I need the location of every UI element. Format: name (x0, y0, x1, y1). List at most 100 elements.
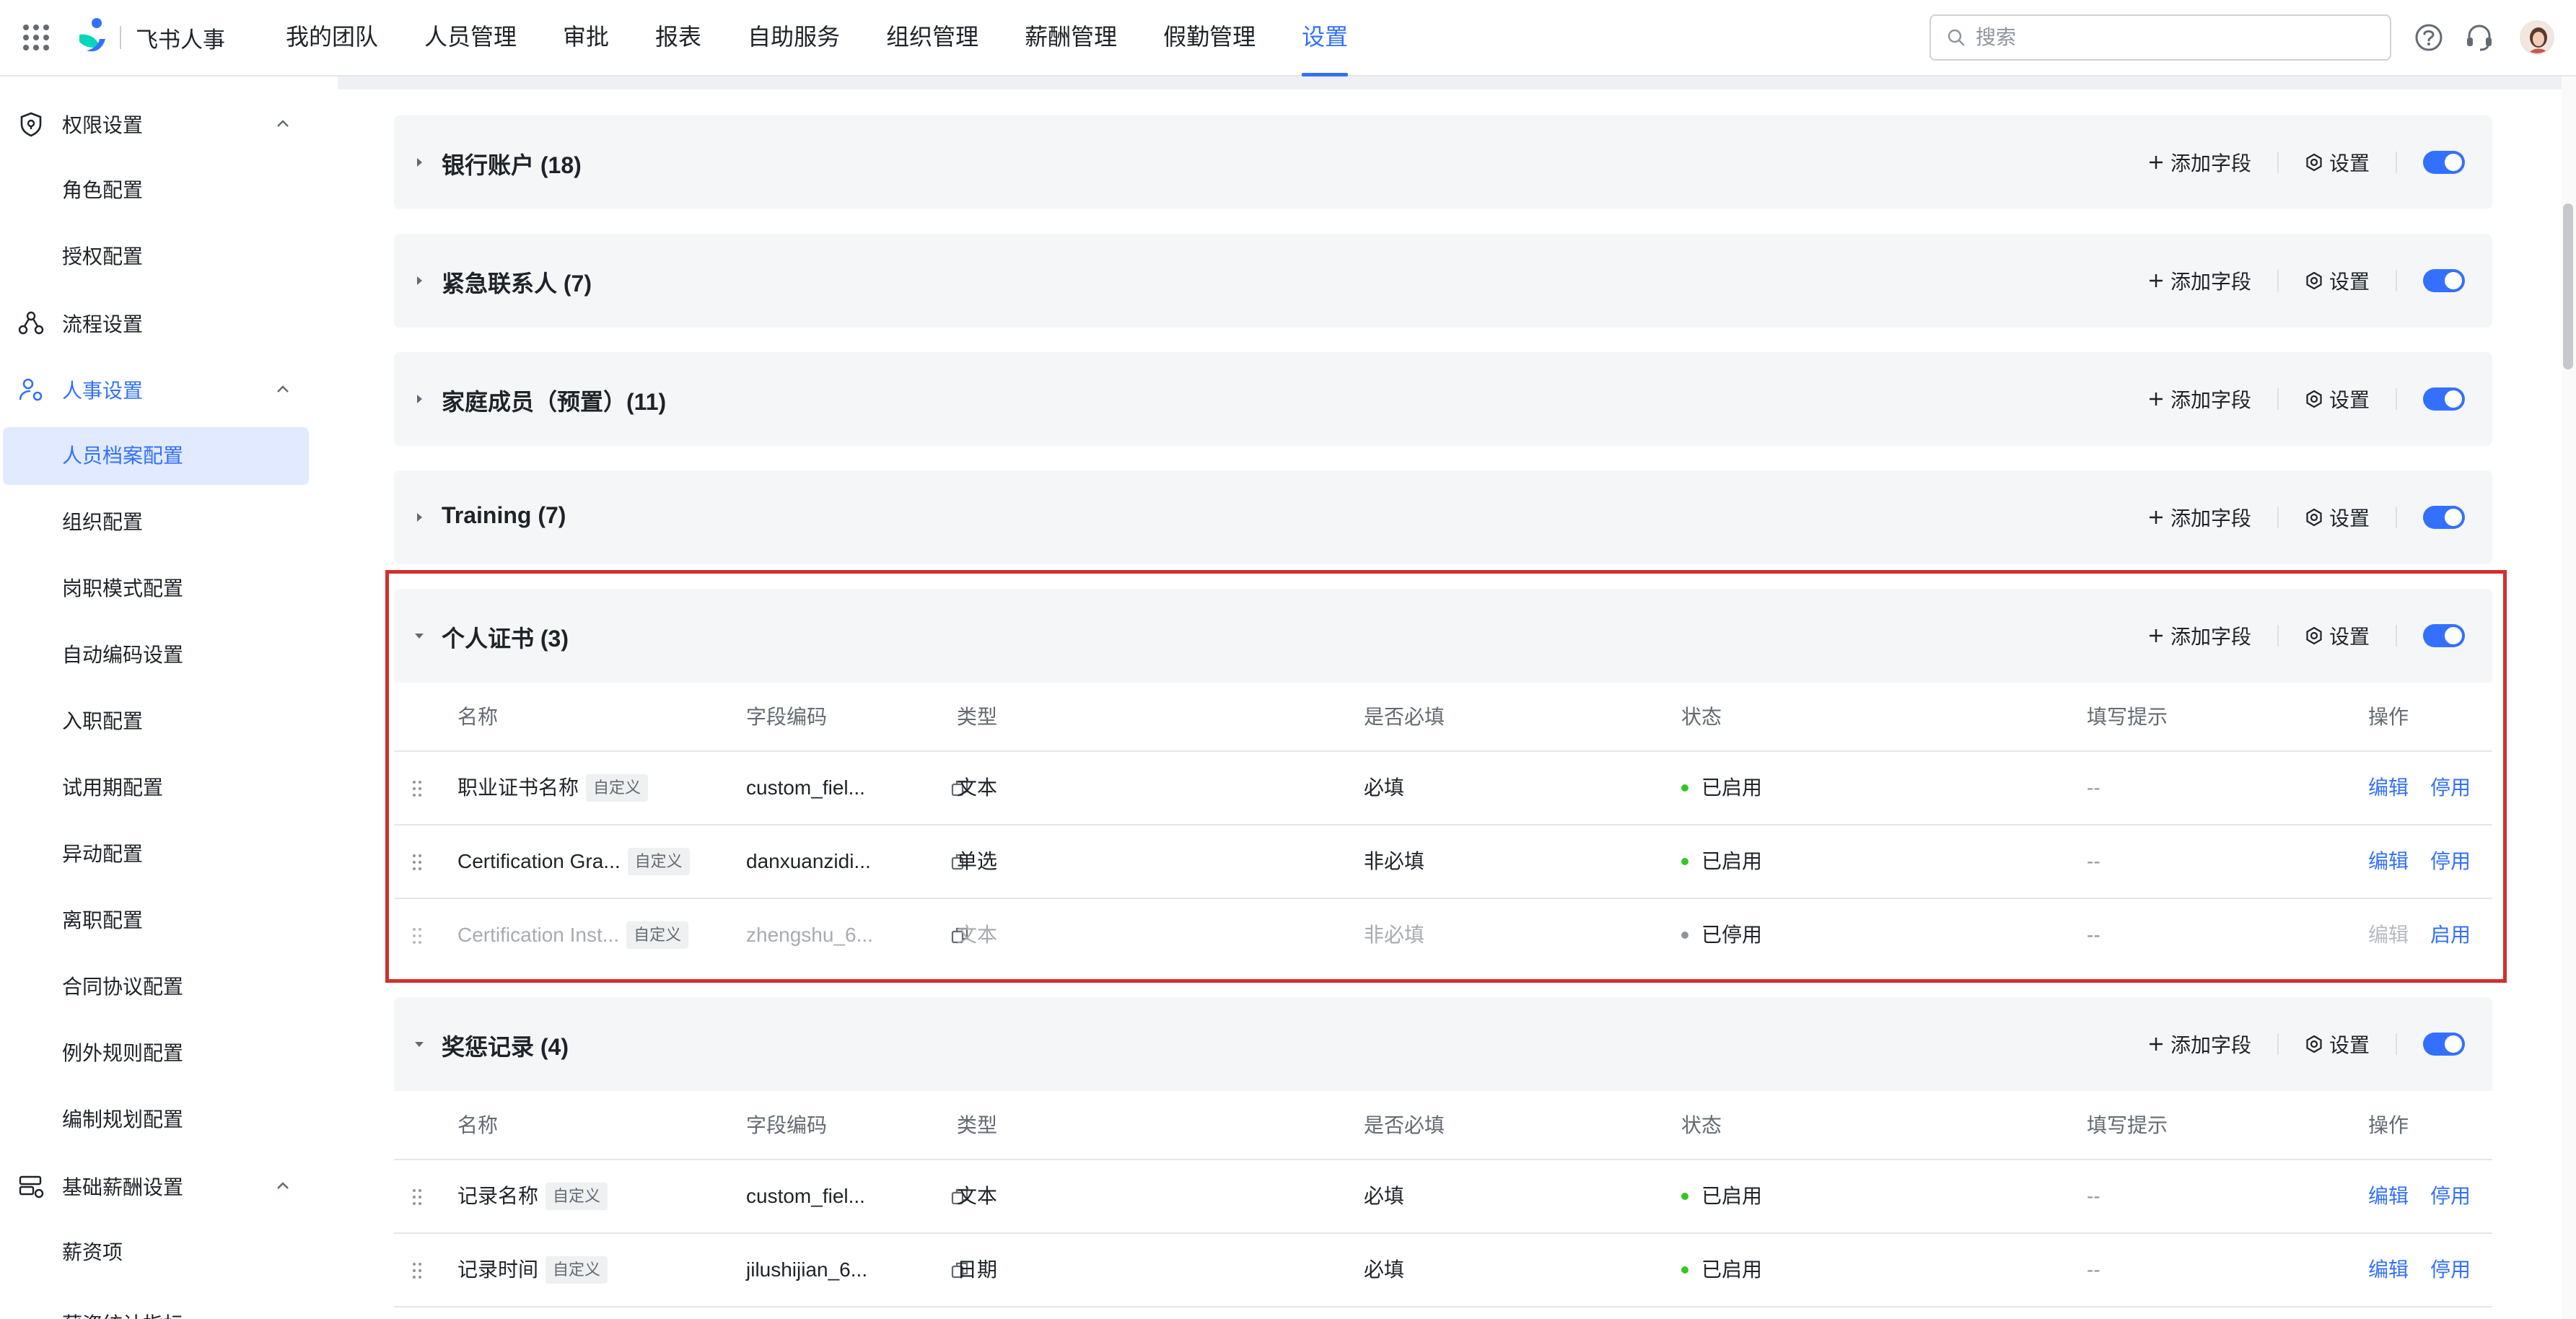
drag-handle-icon[interactable] (411, 779, 423, 798)
sidebar-item-headcount-config[interactable]: 编制规划配置 (3, 1091, 309, 1149)
field-hint: -- (2087, 1258, 2100, 1281)
field-required: 必填 (1364, 1258, 1405, 1281)
settings-label: 设置 (2329, 1034, 2370, 1056)
section-enable-toggle[interactable] (2423, 506, 2465, 529)
user-avatar[interactable] (2520, 20, 2554, 55)
disable-link[interactable]: 停用 (2430, 1160, 2471, 1232)
add-field-button[interactable]: 添加字段 (2147, 266, 2251, 295)
nav-my-team[interactable]: 我的团队 (286, 0, 378, 76)
disable-link[interactable]: 停用 (2430, 1234, 2471, 1306)
section-enable-toggle[interactable] (2423, 1033, 2465, 1056)
action-divider (2277, 625, 2279, 647)
drag-handle-icon[interactable] (411, 1261, 423, 1280)
section-emergency-contact: 紧急联系人 (7) 添加字段 设置 (394, 234, 2492, 328)
add-field-button[interactable]: 添加字段 (2147, 148, 2251, 177)
action-divider (2396, 1033, 2397, 1055)
sidebar-item-salary-statistics[interactable]: 薪资统计指标 (3, 1296, 309, 1319)
field-code: custom_fiel... (746, 1185, 865, 1207)
section-actions: 添加字段 设置 (2147, 498, 2465, 537)
sidebar-item-authorization-config[interactable]: 授权配置 (3, 228, 309, 286)
sidebar-group-hr-settings[interactable]: 人事设置 (0, 356, 338, 423)
edit-link[interactable]: 编辑 (2368, 752, 2409, 824)
settings-button[interactable]: 设置 (2305, 621, 2370, 650)
drag-handle-icon[interactable] (411, 853, 423, 872)
caret-down-icon[interactable] (413, 629, 426, 642)
plus-icon (2149, 156, 2163, 169)
nav-approval[interactable]: 审批 (563, 0, 609, 76)
sidebar-item-contract-config[interactable]: 合同协议配置 (3, 958, 309, 1016)
caret-down-icon[interactable] (413, 1038, 426, 1051)
add-field-button[interactable]: 添加字段 (2147, 503, 2251, 532)
nav-reports[interactable]: 报表 (655, 0, 701, 76)
sidebar-item-onboarding-config[interactable]: 入职配置 (3, 693, 309, 750)
field-name: 记录时间 (457, 1258, 539, 1281)
drag-handle-icon[interactable] (411, 1188, 423, 1206)
search-box[interactable] (1929, 14, 2391, 61)
disable-link[interactable]: 停用 (2430, 825, 2471, 898)
nav-self-service[interactable]: 自助服务 (748, 0, 840, 76)
search-input[interactable] (1976, 26, 2365, 49)
certificates-field-table: 名称 字段编码 类型 是否必填 状态 填写提示 操作 职业证书名称 自定义 cus… (394, 683, 2492, 973)
section-actions: 添加字段 设置 (2147, 261, 2465, 300)
add-field-label: 添加字段 (2170, 1034, 2251, 1056)
settings-button[interactable]: 设置 (2305, 266, 2370, 295)
nav-org-management[interactable]: 组织管理 (886, 0, 978, 76)
sidebar-group-salary-settings[interactable]: 基础薪酬设置 (0, 1153, 338, 1219)
top-bar: 飞书人事 我的团队 人员管理 审批 报表 自助服务 组织管理 薪酬管理 假勤管理… (0, 0, 2576, 76)
sidebar-item-offboarding-config[interactable]: 离职配置 (3, 892, 309, 950)
status-dot (1681, 784, 1688, 792)
sidebar-item-org-config[interactable]: 组织配置 (3, 494, 309, 551)
customer-service-icon[interactable] (2463, 22, 2495, 53)
disable-link[interactable]: 停用 (2430, 752, 2471, 824)
gear-icon (2306, 626, 2322, 645)
settings-button[interactable]: 设置 (2305, 385, 2370, 413)
nav-attendance[interactable]: 假勤管理 (1163, 0, 1256, 76)
settings-button[interactable]: 设置 (2305, 503, 2370, 532)
app-grid-icon[interactable] (20, 22, 52, 53)
sidebar-item-role-config[interactable]: 角色配置 (3, 162, 309, 219)
add-field-button[interactable]: 添加字段 (2147, 621, 2251, 650)
sidebar-item-auto-code-config[interactable]: 自动编码设置 (3, 626, 309, 684)
nav-settings[interactable]: 设置 (1302, 0, 1349, 76)
field-name: 职业证书名称 (457, 776, 579, 799)
edit-link[interactable]: 编辑 (2368, 1234, 2409, 1306)
drag-handle-icon[interactable] (411, 926, 423, 945)
sidebar-item-probation-config[interactable]: 试用期配置 (3, 759, 309, 817)
caret-right-icon[interactable] (413, 511, 426, 524)
caret-right-icon[interactable] (413, 393, 426, 406)
sidebar-item-position-mode-config[interactable]: 岗职模式配置 (3, 560, 309, 618)
sidebar-group-workflow[interactable]: 流程设置 (0, 290, 338, 356)
sidebar-item-profile-config[interactable]: 人员档案配置 (3, 427, 309, 485)
enable-link[interactable]: 启用 (2430, 899, 2471, 971)
add-field-button[interactable]: 添加字段 (2147, 1030, 2251, 1059)
nav-compensation[interactable]: 薪酬管理 (1025, 0, 1117, 76)
add-field-button[interactable]: 添加字段 (2147, 385, 2251, 413)
edit-link[interactable]: 编辑 (2368, 825, 2409, 898)
section-bank-account: 银行账户 (18) 添加字段 设置 (394, 115, 2492, 209)
settings-button[interactable]: 设置 (2305, 148, 2370, 177)
chevron-up-icon (277, 120, 289, 127)
section-enable-toggle[interactable] (2423, 269, 2465, 292)
section-enable-toggle[interactable] (2423, 151, 2465, 174)
settings-button[interactable]: 设置 (2305, 1030, 2370, 1059)
caret-right-icon[interactable] (413, 274, 426, 287)
section-title: 个人证书 (3) (442, 626, 569, 652)
sidebar-item-salary-items[interactable]: 薪资项 (3, 1224, 309, 1281)
shield-icon (20, 112, 42, 137)
help-icon[interactable] (2413, 22, 2445, 53)
plus-icon (2149, 393, 2163, 406)
nav-people-management[interactable]: 人员管理 (424, 0, 517, 76)
page-scrollbar-thumb[interactable] (2563, 203, 2573, 369)
section-enable-toggle[interactable] (2423, 387, 2465, 411)
sidebar-item-transfer-config[interactable]: 异动配置 (3, 825, 309, 883)
action-divider (2277, 507, 2279, 528)
field-type: 日期 (957, 1258, 998, 1281)
field-status: 已启用 (1701, 1185, 1763, 1207)
section-enable-toggle[interactable] (2423, 624, 2465, 647)
action-divider (2277, 152, 2279, 173)
edit-link[interactable]: 编辑 (2368, 1160, 2409, 1232)
caret-right-icon[interactable] (413, 156, 426, 169)
sidebar-item-exception-rule-config[interactable]: 例外规则配置 (3, 1025, 309, 1082)
field-status-cell: 已启用 (1681, 1234, 1762, 1306)
sidebar-group-permissions[interactable]: 权限设置 (0, 91, 338, 157)
